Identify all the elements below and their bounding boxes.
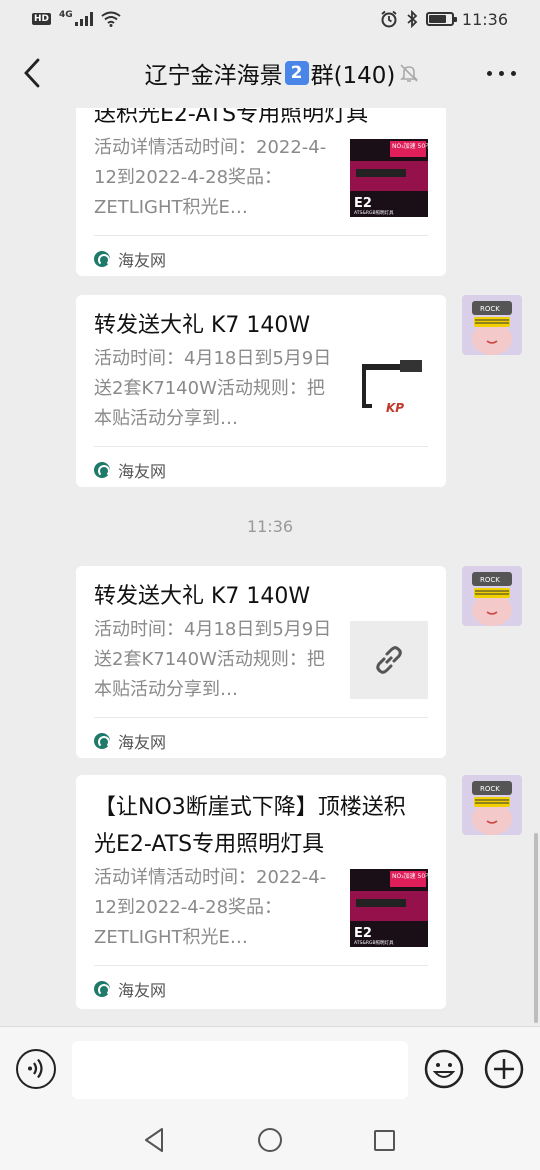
card-title: 【让NO3断崖式下降】顶楼送积光E2-ATS专用照明灯具 (94, 795, 406, 857)
link-card[interactable]: 送积光E2-ATS专用照明灯具 活动详情活动时间：2022-4-12到2022-… (76, 108, 446, 276)
nav-home-icon[interactable] (258, 1128, 282, 1152)
wifi-icon (101, 11, 121, 27)
back-arrow-icon[interactable] (18, 56, 48, 90)
status-bar: HD 4G 11:36 (0, 0, 540, 38)
hd-icon: HD (32, 13, 52, 25)
card-thumbnail: NO₃加速 50不要用 E2 ATS&RGB照明灯具 (350, 139, 428, 217)
card-source: 海友网 (94, 717, 428, 763)
thumbnail-badge-text: NO₃加速 50不要用 (392, 872, 428, 880)
mute-bell-icon (400, 64, 418, 82)
thumbnail-logo-text: KP (386, 401, 404, 415)
avatar[interactable]: ROCK (462, 566, 522, 626)
thumbnail-title-text: E2 (354, 196, 372, 211)
link-icon (376, 646, 402, 674)
add-icon[interactable] (484, 1049, 524, 1089)
card-description: 活动详情活动时间：2022-4-12到2022-4-28奖品：ZETLIGHT积… (94, 137, 327, 218)
chat-title-suffix: 群(140) (310, 63, 396, 89)
card-description: 活动时间：4月18日到5月9日送2套K7140W活动规则：把本贴活动分享到… (94, 348, 332, 429)
avatar-cap-text: ROCK (480, 785, 500, 793)
network-label: 4G (59, 10, 73, 20)
chat-title-prefix: 辽宁金洋海景 (144, 63, 283, 89)
system-nav-bar (0, 1112, 540, 1170)
clock: 11:36 (461, 9, 508, 29)
card-description: 活动时间：4月18日到5月9日送2套K7140W活动规则：把本贴活动分享到… (94, 619, 332, 700)
source-label: 海友网 (118, 461, 167, 481)
card-thumbnail: NO₃加速 50不要用 E2 ATS&RGB照明灯具 (350, 869, 428, 947)
source-logo-icon (94, 980, 110, 997)
avatar-cap-text: ROCK (480, 576, 500, 584)
battery-icon (425, 12, 457, 26)
signal-icon (74, 12, 93, 26)
chat-title: 辽宁金洋海景 2 群(140) (144, 56, 396, 90)
nav-back-icon[interactable] (142, 1126, 168, 1154)
alarm-icon (381, 10, 397, 28)
nav-recents-icon[interactable] (374, 1130, 395, 1151)
message-list[interactable]: 送积光E2-ATS专用照明灯具 活动详情活动时间：2022-4-12到2022-… (0, 108, 540, 1026)
scrollbar[interactable] (534, 833, 538, 1023)
avatar-cap-text: ROCK (480, 305, 500, 313)
link-card[interactable]: 【让NO3断崖式下降】顶楼送积光E2-ATS专用照明灯具 活动详情活动时间：20… (76, 775, 446, 1009)
card-title: 转发送大礼 K7 140W (94, 584, 311, 609)
chat-header: 辽宁金洋海景 2 群(140) (0, 38, 540, 108)
thumbnail-caption-text: ATS&RGB照明灯具 (354, 209, 394, 216)
group-number-badge: 2 (284, 61, 309, 85)
avatar-image: ROCK (462, 775, 522, 835)
bluetooth-icon (407, 10, 418, 28)
timestamp: 11:36 (246, 517, 294, 536)
card-source: 海友网 (94, 446, 428, 492)
card-thumbnail: KP (350, 350, 428, 428)
card-source: 海友网 (94, 235, 428, 281)
thumbnail-badge-text: NO₃加速 50不要用 (392, 142, 428, 150)
more-options-icon[interactable] (487, 71, 516, 76)
source-label: 海友网 (118, 250, 167, 270)
avatar-image: ROCK (462, 566, 522, 626)
emoji-icon[interactable] (424, 1049, 464, 1089)
input-bar (0, 1026, 540, 1112)
voice-input-icon[interactable] (16, 1049, 56, 1089)
card-title: 送积光E2-ATS专用照明灯具 (94, 108, 369, 127)
card-source: 海友网 (94, 965, 428, 1011)
source-label: 海友网 (118, 732, 167, 752)
link-card[interactable]: 转发送大礼 K7 140W 活动时间：4月18日到5月9日送2套K7140W活动… (76, 566, 446, 758)
source-logo-icon (94, 250, 110, 267)
thumbnail-caption-text: ATS&RGB照明灯具 (354, 939, 394, 946)
avatar[interactable]: ROCK (462, 295, 522, 355)
message-input[interactable] (72, 1041, 408, 1099)
link-placeholder (350, 621, 428, 699)
card-description: 活动详情活动时间：2022-4-12到2022-4-28奖品：ZETLIGHT积… (94, 867, 327, 948)
avatar[interactable]: ROCK (462, 775, 522, 835)
link-card[interactable]: 转发送大礼 K7 140W 活动时间：4月18日到5月9日送2套K7140W活动… (76, 295, 446, 487)
source-logo-icon (94, 461, 110, 478)
avatar-image: ROCK (462, 295, 522, 355)
source-logo-icon (94, 732, 110, 749)
card-title: 转发送大礼 K7 140W (94, 313, 311, 338)
thumbnail-title-text: E2 (354, 926, 372, 941)
source-label: 海友网 (118, 980, 167, 1000)
